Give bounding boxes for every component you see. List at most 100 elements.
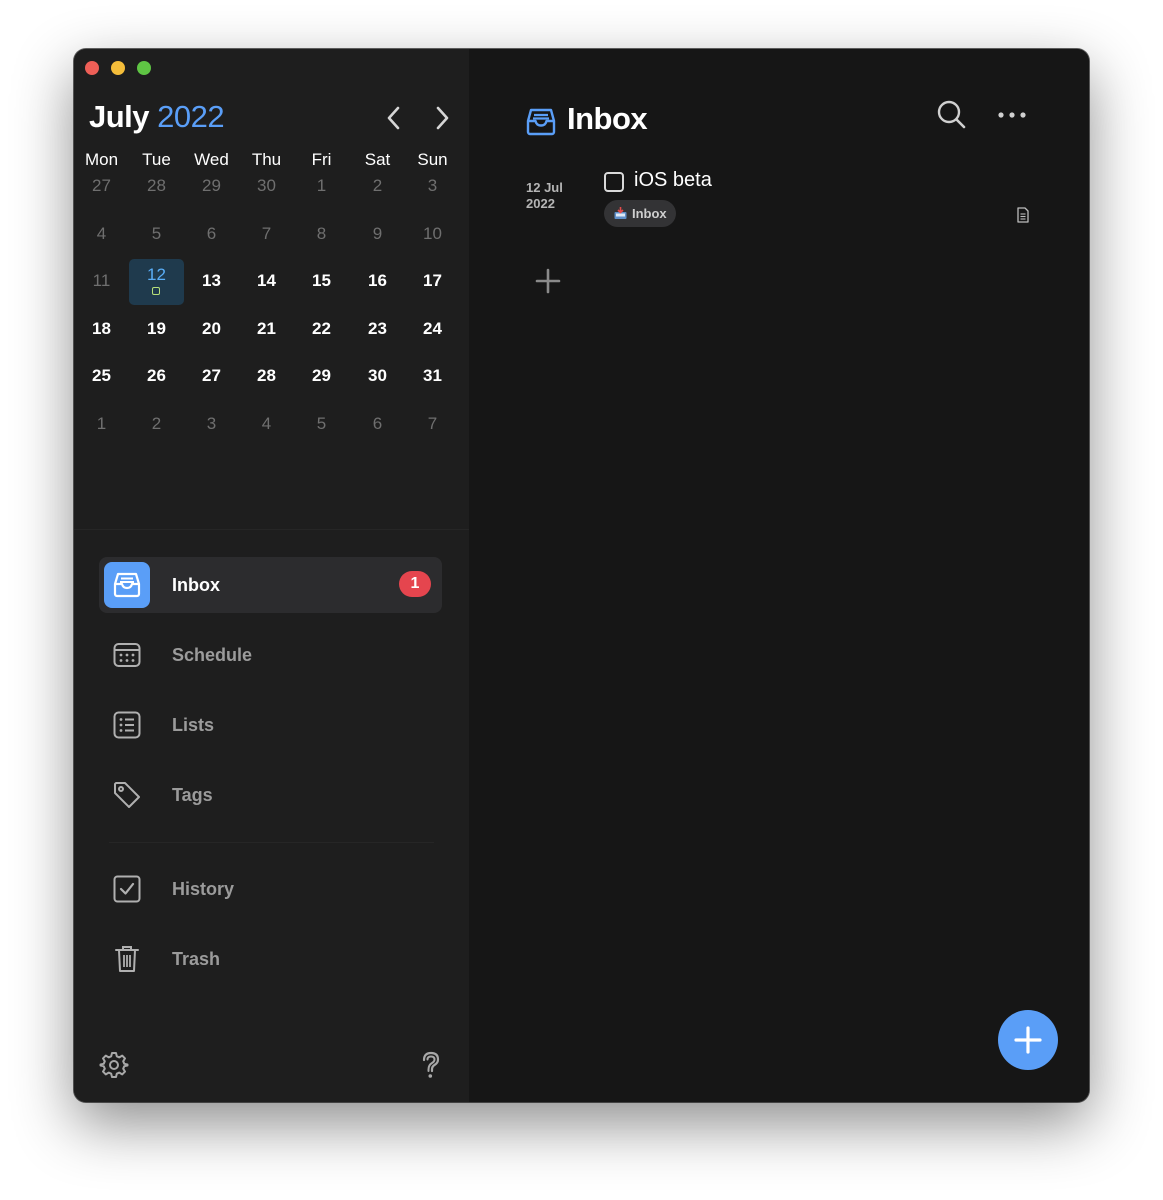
calendar-day-number: 20 [202, 318, 221, 338]
calendar-day-today[interactable]: 12 [129, 259, 184, 305]
calendar-year: 2022 [157, 99, 225, 134]
help-button[interactable] [416, 1050, 446, 1080]
calendar-day[interactable]: 2 [129, 404, 184, 454]
calendar-day[interactable]: 26 [129, 356, 184, 406]
calendar-day[interactable]: 19 [129, 309, 184, 359]
task-list-tag[interactable]: Inbox [604, 200, 676, 227]
calendar-day[interactable]: 27 [74, 166, 129, 216]
calendar-day[interactable]: 10 [405, 214, 460, 264]
calendar-day[interactable]: 30 [239, 166, 294, 216]
sidebar-item-lists[interactable]: Lists [99, 697, 442, 753]
calendar-day[interactable]: 8 [294, 214, 349, 264]
calendar-day[interactable]: 20 [184, 309, 239, 359]
nav-divider [109, 842, 434, 843]
sidebar: July 2022 Mon Tue Wed Thu Fri Sat Sun 27 28 29 30… [74, 49, 469, 1102]
calendar-day[interactable]: 6 [350, 404, 405, 454]
gear-icon [99, 1052, 129, 1078]
next-month-button[interactable] [429, 103, 455, 133]
calendar-day-number: 24 [423, 318, 442, 338]
calendar-day[interactable]: 7 [239, 214, 294, 264]
calendar-day-number: 7 [427, 413, 438, 433]
calendar-day-number: 23 [368, 318, 387, 338]
calendar-day-number: 25 [92, 366, 111, 385]
calendar-day[interactable]: 22 [294, 309, 349, 359]
calendar-day[interactable]: 2 [350, 166, 405, 216]
sidebar-item-schedule[interactable]: Schedule [99, 627, 442, 683]
calendar-day[interactable]: 11 [74, 261, 129, 311]
sidebar-item-label: Trash [172, 949, 221, 969]
calendar-day[interactable]: 15 [294, 261, 349, 311]
calendar-day[interactable]: 23 [350, 309, 405, 359]
sidebar-item-label: Lists [172, 715, 215, 735]
chevron-left-icon [387, 106, 400, 130]
previous-month-button[interactable] [382, 103, 408, 133]
calendar-day-number: 16 [368, 271, 387, 290]
calendar-day-number: 3 [206, 413, 217, 433]
plus-icon [1014, 1026, 1042, 1054]
sidebar-item-inbox[interactable]: Inbox 1 [99, 557, 442, 613]
calendar-day[interactable]: 27 [184, 356, 239, 406]
calendar-day[interactable]: 30 [350, 356, 405, 406]
calendar-day-number: 6 [206, 223, 217, 243]
close-window-button[interactable] [85, 61, 99, 75]
calendar-month: July [89, 99, 150, 134]
task-checkbox[interactable] [604, 172, 624, 192]
search-button[interactable] [936, 99, 968, 131]
calendar-day[interactable]: 3 [405, 166, 460, 216]
calendar-day-number: 13 [202, 271, 221, 290]
calendar-day[interactable]: 29 [184, 166, 239, 216]
sidebar-item-label: Inbox [172, 575, 220, 595]
sidebar-item-history[interactable]: History [99, 861, 442, 917]
calendar-day-number: 3 [427, 176, 438, 195]
calendar-day[interactable]: 25 [74, 356, 129, 406]
calendar-day[interactable]: 16 [350, 261, 405, 311]
calendar-day[interactable]: 28 [239, 356, 294, 406]
inbox-tray-icon [614, 201, 627, 219]
calendar-day[interactable]: 14 [239, 261, 294, 311]
add-task-button[interactable] [532, 265, 564, 297]
task-date-day: 12 Jul [526, 180, 563, 195]
inbox-tray-icon [104, 562, 150, 608]
task-tag-label: Inbox [632, 206, 667, 221]
note-icon[interactable] [1016, 207, 1030, 223]
calendar-day[interactable]: 13 [184, 261, 239, 311]
calendar-day[interactable]: 4 [74, 214, 129, 264]
calendar-month-title: July 2022 [89, 99, 225, 135]
task-indicator-dot [152, 287, 160, 295]
calendar-day-number: 5 [316, 413, 327, 433]
calendar-day-number: 19 [147, 318, 166, 338]
sidebar-divider [74, 529, 469, 530]
calendar-day-number: 30 [257, 176, 276, 195]
calendar-day[interactable]: 9 [350, 214, 405, 264]
calendar-day[interactable]: 31 [405, 356, 460, 406]
calendar-day[interactable]: 17 [405, 261, 460, 311]
calendar-day[interactable]: 21 [239, 309, 294, 359]
calendar-day-number: 5 [151, 223, 162, 243]
calendar-day[interactable]: 5 [294, 404, 349, 454]
task-title[interactable]: iOS beta [634, 169, 712, 192]
calendar-day[interactable]: 1 [74, 404, 129, 454]
calendar-day[interactable]: 24 [405, 309, 460, 359]
calendar-day[interactable]: 5 [129, 214, 184, 264]
trash-icon [104, 936, 150, 982]
minimize-window-button[interactable] [111, 61, 125, 75]
calendar-day[interactable]: 7 [405, 404, 460, 454]
plus-icon [535, 268, 561, 294]
settings-button[interactable] [99, 1050, 129, 1080]
more-options-button[interactable] [996, 99, 1028, 131]
calendar-day[interactable]: 6 [184, 214, 239, 264]
task-date: 12 Jul 2022 [526, 180, 586, 212]
calendar-day-number: 15 [312, 271, 331, 290]
calendar-day[interactable]: 4 [239, 404, 294, 454]
calendar-day[interactable]: 1 [294, 166, 349, 216]
calendar-day-number: 2 [372, 176, 383, 195]
calendar-day[interactable]: 29 [294, 356, 349, 406]
sidebar-item-tags[interactable]: Tags [99, 767, 442, 823]
main-panel: Inbox 12 Jul 2022 iOS beta Inbox [469, 49, 1089, 1102]
calendar-day[interactable]: 3 [184, 404, 239, 454]
new-task-fab[interactable] [998, 1010, 1058, 1070]
calendar-day[interactable]: 18 [74, 309, 129, 359]
calendar-day[interactable]: 28 [129, 166, 184, 216]
sidebar-item-trash[interactable]: Trash [99, 931, 442, 987]
zoom-window-button[interactable] [137, 61, 151, 75]
